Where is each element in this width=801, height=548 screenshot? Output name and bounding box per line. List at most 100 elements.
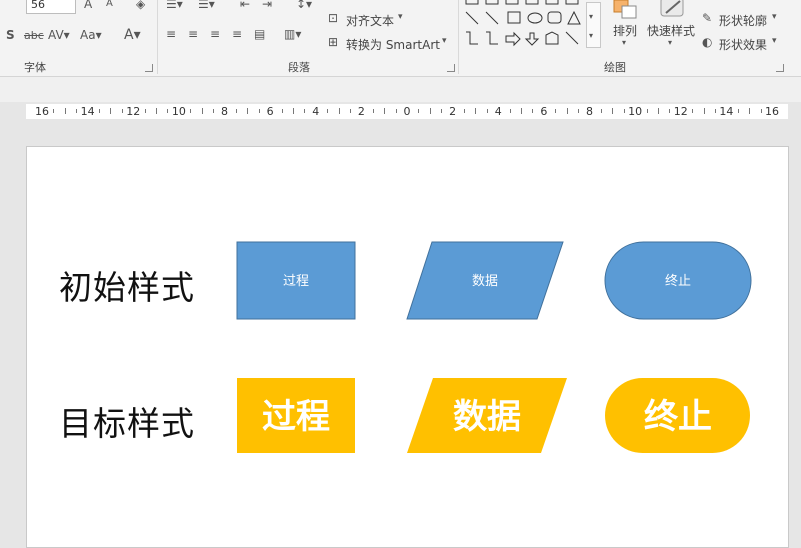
ribbon-band [0,77,801,102]
convert-smartart-button[interactable]: 转换为 SmartArt [346,36,440,53]
shape-effects-icon: ◐ [702,35,713,49]
numbering-icon[interactable]: ☰▾ [198,0,215,11]
ruler-tick [53,109,55,113]
ruler-number: 2 [357,105,365,118]
font-group-label: 字体 [24,61,46,74]
chevron-down-icon: ▾ [398,12,403,22]
ruler-number: 2 [449,105,457,118]
slide-canvas: 初始样式 目标样式 过程 数据 终止 过程 数据 终止 [26,146,789,548]
char-spacing-icon[interactable]: AV▾ [48,28,70,42]
ruler-tick [247,108,249,114]
target-process-text: 过程 [262,397,330,437]
distributed-icon[interactable]: ▤ [254,27,265,41]
ruler-tick [657,108,659,114]
ruler-tick [384,108,386,114]
target-data-shape[interactable]: 数据 [407,378,567,453]
group-separator [458,0,459,74]
gallery-more-icon[interactable]: ▾ [589,31,593,40]
ruler-tick [292,108,294,114]
font-size-combo[interactable]: 56 [26,0,76,14]
ruler-number: 4 [312,105,320,118]
ruler-tick [623,109,625,113]
ruler-tick [669,109,671,113]
increase-indent-icon[interactable]: ⇥ [262,0,272,11]
ruler-tick [749,108,751,114]
ruler-number: 12 [126,105,141,118]
target-data-text: 数据 [453,397,521,437]
ruler-tick [372,109,374,113]
align-center-icon[interactable]: ≡ [188,27,198,41]
ruler-tick [281,109,283,113]
align-text-icon: ⊡ [328,11,339,25]
ruler-tick [464,109,466,113]
ruler-tick [190,109,192,113]
shape-outline-button[interactable]: 形状轮廓 [719,12,767,29]
ruler-tick [121,109,123,113]
initial-terminator-shape[interactable]: 终止 [604,241,752,320]
quick-styles-icon [660,0,684,17]
change-case-icon[interactable]: Aa▾ [80,28,102,42]
target-terminator-shape[interactable]: 终止 [605,378,750,453]
increase-font-icon[interactable]: A [84,0,92,11]
ruler-number: 8 [586,105,593,118]
align-left-icon[interactable]: ≡ [166,27,176,41]
ruler-tick [578,109,580,113]
gallery-down-icon[interactable]: ▾ [589,12,593,21]
bullets-icon[interactable]: ☰▾ [166,0,183,11]
ruler-number: 14 [80,105,95,118]
decrease-indent-icon[interactable]: ⇤ [240,0,250,11]
shape-effects-button[interactable]: 形状效果 [719,36,767,53]
ruler-tick [441,109,443,113]
justify-icon[interactable]: ≡ [232,27,242,41]
ruler-number: 8 [221,105,228,118]
shadow-text-icon[interactable]: S [6,28,15,42]
chevron-down-icon: ▾ [772,36,777,46]
ruler-tick [144,109,146,113]
initial-process-text: 过程 [283,274,309,289]
horizontal-ruler[interactable]: 16 14 12 10 8 6 4 2 0 2 4 6 8 10 12 14 16 [26,104,788,119]
initial-data-shape[interactable]: 数据 [406,241,564,320]
align-right-icon[interactable]: ≡ [210,27,220,41]
line-spacing-icon[interactable]: ↕▾ [296,0,312,11]
decrease-font-icon[interactable]: A [106,0,113,9]
shape-outline-icon: ✎ [702,11,713,25]
font-color-icon[interactable]: A▾ [124,27,141,43]
quick-styles-button[interactable]: 快速样式 [647,22,695,39]
clear-format-icon[interactable]: ◈ [136,0,145,11]
ruler-tick [349,109,351,113]
ruler-number: 14 [719,105,734,118]
chevron-down-icon: ▾ [622,38,627,47]
arrange-icon [613,0,637,19]
font-dialog-launcher-icon[interactable] [145,64,153,72]
ruler-tick [201,108,203,114]
ruler-tick [418,109,420,113]
columns-icon[interactable]: ▥▾ [284,27,301,41]
ruler-tick [475,108,477,114]
align-text-button[interactable]: 对齐文本 [346,12,394,29]
ruler-number: 4 [494,105,502,118]
ribbon: 56 A A ◈ S abc AV▾ Aa▾ A▾ 字体 ☰▾ ☰▾ ⇤ ⇥ ↕… [0,0,801,77]
shapes-layer: 过程 数据 终止 过程 数据 终止 [236,241,752,453]
arrange-button[interactable]: 排列 [613,22,637,39]
ruler-tick [600,109,602,113]
strikethrough-icon[interactable]: abc [24,29,44,42]
drawing-group-label: 绘图 [604,61,626,74]
shapes-gallery[interactable] [462,0,602,50]
ruler-tick [646,109,648,113]
paragraph-group-label: 段落 [288,61,310,74]
ruler-tick [76,109,78,113]
paragraph-dialog-launcher-icon[interactable] [447,64,455,72]
ruler-tick [566,108,568,114]
ruler-number: 12 [673,105,688,118]
ruler-tick [64,108,66,114]
drawing-dialog-launcher-icon[interactable] [776,64,784,72]
ruler-tick [509,109,511,113]
ruler-tick [737,109,739,113]
target-process-shape[interactable]: 过程 [237,378,355,453]
ruler-tick [235,109,237,113]
chevron-down-icon: ▾ [772,12,777,22]
gallery-scrollbar[interactable] [586,2,601,48]
initial-process-shape[interactable]: 过程 [236,241,356,320]
initial-terminator-text: 终止 [665,273,691,289]
ruler-number: 10 [628,105,643,118]
